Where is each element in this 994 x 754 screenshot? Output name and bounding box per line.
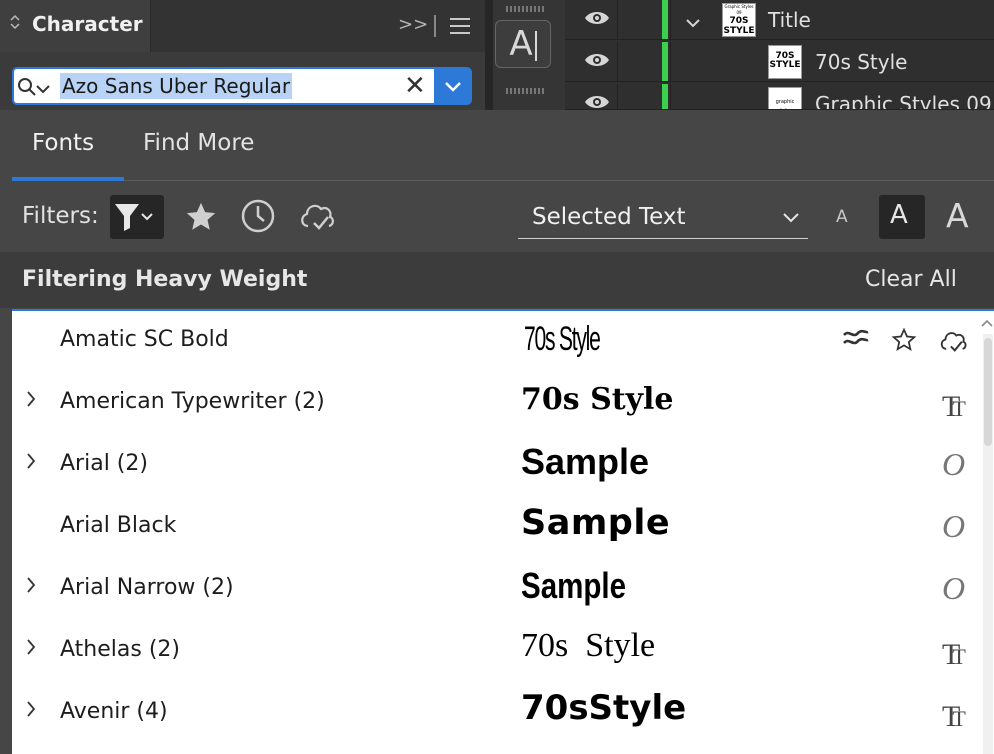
expand-family-chevron-icon[interactable] (26, 576, 36, 598)
tab-find-more[interactable]: Find More (143, 130, 254, 156)
tab-fonts[interactable]: Fonts (32, 130, 94, 156)
font-row[interactable]: Avenir (4) 70sStyle TT (12, 682, 982, 744)
layer-thumbnail: 70S STYLE (768, 45, 802, 79)
expand-family-chevron-icon[interactable] (26, 700, 36, 722)
lock-column[interactable] (617, 84, 618, 109)
font-sample[interactable]: Sample (521, 503, 670, 543)
opentype-icon: O (942, 508, 966, 544)
search-icon[interactable] (17, 77, 37, 101)
layer-name[interactable]: Graphic Styles 09 (815, 92, 992, 109)
font-search-input[interactable]: Azo Sans Uber Regular ✕ (12, 67, 434, 105)
panel-menu-icon[interactable] (450, 18, 470, 39)
layer-expand-chevron-icon[interactable] (685, 13, 701, 32)
font-name[interactable]: Arial (2) (60, 451, 148, 476)
layer-name[interactable]: Title (768, 8, 811, 32)
panel-divider (485, 0, 493, 110)
chevron-down-icon (445, 82, 461, 92)
font-name[interactable]: Amatic SC Bold (60, 327, 229, 352)
opentype-icon: O (942, 570, 966, 606)
layer-color-bar (662, 84, 668, 109)
visibility-eye-icon[interactable] (584, 9, 610, 31)
layer-name[interactable]: 70s Style (815, 50, 907, 74)
filter-status-text: Filtering Heavy Weight (22, 267, 308, 292)
search-options-chevron-icon[interactable] (36, 79, 50, 98)
visibility-eye-icon[interactable] (584, 51, 610, 73)
tab-divider (434, 15, 436, 37)
column-divider (670, 42, 671, 81)
panel-grip[interactable] (506, 88, 544, 94)
recently-added-clock-icon[interactable] (240, 198, 276, 238)
truetype-icon: TT (942, 700, 966, 733)
chevron-down-icon[interactable] (782, 208, 800, 227)
font-row[interactable]: Amatic SC Bold 70s Style (12, 310, 982, 372)
layer-color-bar (662, 0, 668, 39)
truetype-icon: TT (942, 638, 966, 671)
lock-column[interactable] (617, 42, 618, 81)
font-sample[interactable]: Sample (521, 441, 649, 483)
active-tab-indicator (12, 177, 124, 181)
filters-label: Filters: (22, 203, 99, 229)
font-row[interactable]: Arial Black Sample O (12, 496, 982, 558)
tabs-divider (12, 180, 994, 181)
font-dropdown-button[interactable] (434, 67, 472, 105)
scrollbar-thumb[interactable] (984, 338, 992, 446)
column-divider (670, 0, 671, 39)
similar-fonts-icon[interactable] (842, 326, 870, 354)
font-name[interactable]: Arial Narrow (2) (60, 575, 234, 600)
panel-grip[interactable] (506, 6, 544, 12)
expand-panel-icon[interactable]: >> (398, 14, 428, 35)
font-row[interactable]: American Typewriter (2) 70s Style TT (12, 372, 982, 434)
font-name[interactable]: Arial Black (60, 513, 176, 538)
tab-character[interactable]: Character (0, 0, 151, 52)
layer-color-bar (662, 42, 668, 81)
funnel-icon (115, 204, 153, 231)
layer-row[interactable]: Graphic Styles 09 70S STYLE Title (565, 0, 994, 40)
font-row[interactable]: Arial (2) Sample O (12, 434, 982, 496)
activated-cloud-icon[interactable] (938, 327, 970, 359)
visibility-eye-icon[interactable] (584, 93, 610, 109)
expand-family-chevron-icon[interactable] (26, 638, 36, 660)
lock-column[interactable] (617, 0, 618, 39)
opentype-icon: O (942, 446, 966, 482)
font-name[interactable]: Avenir (4) (60, 699, 168, 724)
font-name[interactable]: American Typewriter (2) (60, 389, 325, 414)
synced-fonts-cloud-icon[interactable] (298, 198, 338, 238)
panel-title: Character (32, 12, 143, 36)
favorite-star-icon[interactable] (891, 327, 917, 357)
font-sample[interactable]: 70s Style (521, 382, 674, 417)
layer-thumbnail: graphic styles (768, 87, 802, 109)
scroll-up-arrow-icon[interactable] (981, 312, 993, 331)
font-sample[interactable]: 70sStyle (521, 688, 686, 728)
filter-font-classification-button[interactable] (110, 195, 164, 239)
preview-text-value[interactable]: Selected Text (532, 204, 686, 230)
layer-thumbnail: Graphic Styles 09 70S STYLE (722, 3, 756, 37)
search-value[interactable]: Azo Sans Uber Regular (60, 73, 293, 99)
font-sample[interactable]: Sample (521, 565, 626, 607)
font-row[interactable]: Arial Narrow (2) Sample O (12, 558, 982, 620)
font-sample[interactable]: 70s Style (524, 320, 601, 359)
clear-all-button[interactable]: Clear All (865, 267, 957, 292)
preview-size-large-button[interactable]: A (946, 196, 969, 235)
expand-family-chevron-icon[interactable] (26, 390, 36, 412)
layer-row[interactable]: 70S STYLE 70s Style (565, 42, 994, 82)
preview-size-small-button[interactable]: A (836, 207, 848, 227)
font-row[interactable]: Athelas (2) 70s Style TT (12, 620, 982, 682)
collapse-arrows-icon[interactable] (10, 14, 20, 31)
character-panel-icon-button[interactable]: A (495, 20, 551, 68)
favorites-filter-star-icon[interactable] (184, 200, 218, 238)
preview-size-medium-button[interactable]: A (890, 200, 908, 230)
font-sample[interactable]: 70s Style (521, 627, 655, 665)
column-divider (670, 84, 671, 109)
layer-row[interactable]: graphic styles Graphic Styles 09 (565, 84, 994, 110)
expand-family-chevron-icon[interactable] (26, 452, 36, 474)
font-name[interactable]: Athelas (2) (60, 637, 180, 662)
clear-search-icon[interactable]: ✕ (404, 73, 426, 99)
truetype-icon: TT (942, 390, 966, 423)
